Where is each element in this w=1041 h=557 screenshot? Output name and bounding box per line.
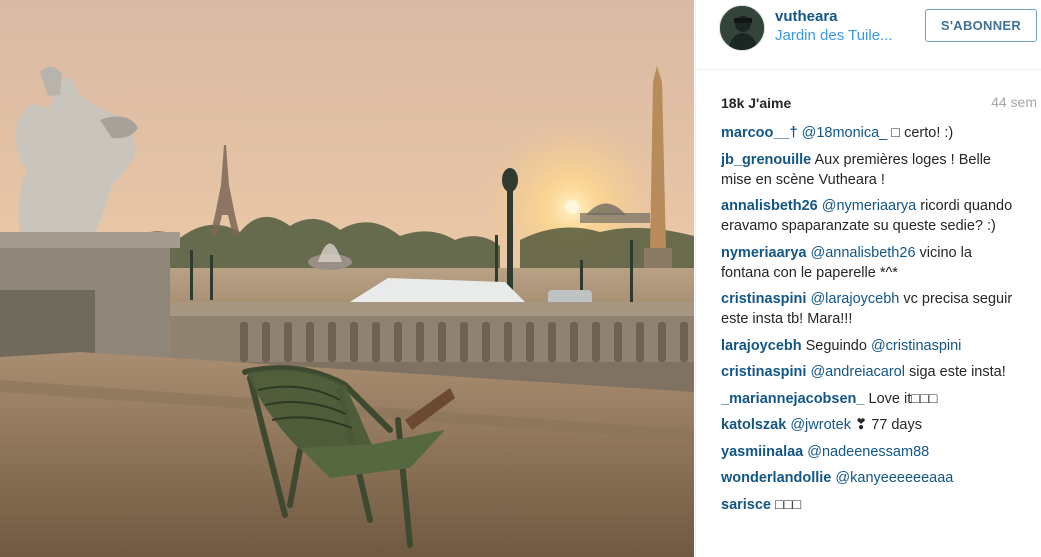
comment-item: nymeriaarya @annalisbeth26 vicino la fon… <box>721 243 1021 283</box>
comment-author[interactable]: cristinaspini <box>721 291 806 307</box>
paris-tuileries-sunset-image <box>0 0 694 557</box>
post-time[interactable]: 44 sem <box>991 94 1037 110</box>
comment-text: ❣ 77 days <box>850 417 922 433</box>
comment-item: wonderlandollie @kanyeeeeeeaaa <box>721 468 1021 488</box>
comment-author[interactable]: marcoo__† <box>721 126 798 141</box>
post-header: vutheara Jardin des Tuile... S'ABONNER <box>696 0 1041 70</box>
comment-mention[interactable]: @nymeriaarya <box>822 198 917 214</box>
comment-mention[interactable]: @18monica_ <box>802 126 888 141</box>
comment-mention[interactable]: @jwrotek <box>790 417 851 433</box>
comment-item: marcoo__† @18monica_ □ certo! :) <box>721 126 1021 143</box>
comment-author[interactable]: cristinaspini <box>721 364 806 380</box>
post-photo[interactable] <box>0 0 694 557</box>
follow-button[interactable]: S'ABONNER <box>925 9 1037 42</box>
comment-item: larajoycebh Seguindo @cristinaspini <box>721 336 1021 356</box>
comment-mention[interactable]: @kanyeeeeeeaaa <box>835 470 953 486</box>
post-stats: 18k J'aime 44 sem <box>696 70 1041 120</box>
comment-author[interactable]: nymeriaarya <box>721 245 806 261</box>
post-username[interactable]: vutheara <box>775 8 838 25</box>
comment-item: _mariannejacobsen_ Love it□□□ <box>721 389 1021 409</box>
comment-author[interactable]: jb_grenouille <box>721 152 811 168</box>
post-location[interactable]: Jardin des Tuile... <box>775 27 893 44</box>
comment-author[interactable]: annalisbeth26 <box>721 198 818 214</box>
comment-author[interactable]: sarisce <box>721 497 771 513</box>
comment-item: sarisce □□□ <box>721 495 1021 515</box>
comment-mention[interactable]: @annalisbeth26 <box>810 245 915 261</box>
comment-item: cristinaspini @andreiacarol siga este in… <box>721 362 1021 382</box>
comment-author[interactable]: yasmiinalaa <box>721 444 803 460</box>
avatar[interactable] <box>719 5 765 51</box>
comment-item: jb_grenouille Aux premières loges ! Bell… <box>721 150 1021 190</box>
comment-mention[interactable]: @andreiacarol <box>810 364 905 380</box>
comment-mention[interactable]: @larajoycebh <box>810 291 899 307</box>
comment-author[interactable]: wonderlandollie <box>721 470 831 486</box>
comment-text: □□□ <box>775 496 802 513</box>
comment-text: □ certo! :) <box>887 126 954 141</box>
comment-text: siga este insta! <box>904 364 1006 380</box>
comment-text: Seguindo <box>805 337 871 354</box>
comment-mention[interactable]: @cristinaspini <box>871 338 961 354</box>
comment-author[interactable]: katolszak <box>721 417 786 433</box>
comment-item: cristinaspini @larajoycebh vc precisa se… <box>721 289 1021 329</box>
comment-author[interactable]: larajoycebh <box>721 338 802 354</box>
likes-count[interactable]: 18k J'aime <box>721 95 791 111</box>
comment-text: Love it□□□ <box>868 390 938 407</box>
comment-item: katolszak @jwrotek ❣ 77 days <box>721 415 1021 435</box>
post-sidebar: vutheara Jardin des Tuile... S'ABONNER 1… <box>695 0 1041 557</box>
comments-list[interactable]: marcoo__† @18monica_ □ certo! :) jb_gren… <box>721 126 1021 557</box>
comment-author[interactable]: _mariannejacobsen_ <box>721 391 864 407</box>
comment-mention[interactable]: @nadeenessam88 <box>807 444 929 460</box>
comment-item: annalisbeth26 @nymeriaarya ricordi quand… <box>721 196 1021 236</box>
comment-item: yasmiinalaa @nadeenessam88 <box>721 442 1021 462</box>
